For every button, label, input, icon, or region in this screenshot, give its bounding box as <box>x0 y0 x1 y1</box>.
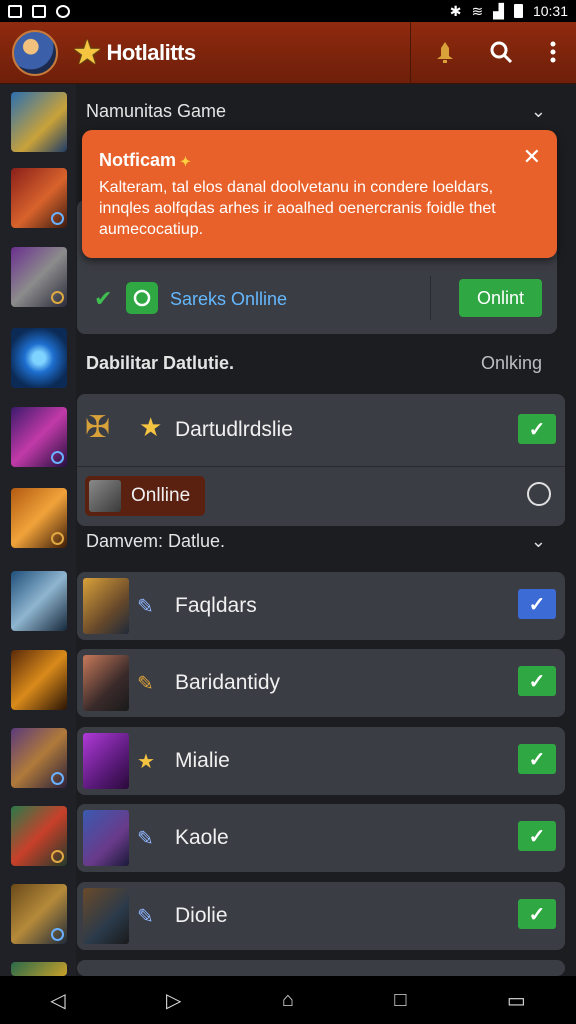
tool-icon: ✎ <box>137 596 154 618</box>
notification-popup: Notficam ✦ Kalteram, tal elos danal doolv… <box>82 130 557 258</box>
more-vert-icon[interactable] <box>537 36 569 68</box>
list-item[interactable] <box>77 960 565 976</box>
avatar <box>83 733 129 789</box>
bluetooth-icon: ✱ <box>449 2 462 19</box>
wifi-icon: ≋ <box>471 2 484 19</box>
game-thumb[interactable] <box>11 571 67 631</box>
back-icon[interactable]: ◁ <box>50 988 65 1013</box>
chat-icon <box>126 282 158 314</box>
toolbar-divider <box>410 22 411 84</box>
checkbox[interactable]: ✓ <box>518 666 556 696</box>
list-item[interactable]: ✎ Diolie ✓ <box>77 882 565 950</box>
image-icon <box>32 4 46 18</box>
app-title: Hotlalitts <box>106 39 196 65</box>
nav-bar: ◁ ▷ ⌂ □ ▭ <box>0 976 576 1024</box>
checkbox[interactable]: ✓ <box>518 589 556 619</box>
battery-icon <box>513 4 523 18</box>
item-label: Faqldars <box>175 594 257 617</box>
game-thumb[interactable] <box>11 168 67 228</box>
section-header[interactable]: Namunitas Game ⌄ <box>86 94 556 128</box>
checkbox[interactable]: ✓ <box>518 821 556 851</box>
power-icon[interactable] <box>527 482 551 506</box>
signal-icon: ▟ <box>493 2 504 19</box>
chevron-down-icon[interactable]: ⌄ <box>531 101 546 122</box>
section-header[interactable]: Damvem: Datlue. ⌄ <box>86 524 556 558</box>
game-thumb[interactable] <box>11 962 67 976</box>
spark-icon: ✦ <box>180 154 191 169</box>
notification-icon <box>8 4 22 18</box>
bell-icon[interactable] <box>429 36 461 68</box>
tool-icon: ✎ <box>137 673 154 695</box>
checkbox[interactable]: ✓ <box>518 744 556 774</box>
item-label: Dartudlrdslie <box>175 418 293 441</box>
notification-body: Kalteram, tal elos danal doolvetanu in c… <box>99 179 496 238</box>
overview-icon[interactable]: ▭ <box>507 988 526 1013</box>
section-title: Namunitas Game <box>86 100 227 121</box>
section-title: Dabilitar Datlutie. <box>86 352 235 373</box>
checkbox[interactable]: ✓ <box>518 899 556 929</box>
checkbox[interactable]: ✓ <box>518 414 556 444</box>
game-thumb[interactable] <box>11 884 67 944</box>
tool-icon: ✎ <box>137 906 154 928</box>
list-item[interactable]: ✎ Faqldars ✓ <box>77 572 565 640</box>
tools-icon: ✠ <box>85 411 111 444</box>
item-label: Mialie <box>175 749 230 772</box>
star-icon: ★ <box>139 412 163 442</box>
avatar <box>89 480 121 512</box>
game-thumb[interactable] <box>11 488 67 548</box>
game-thumb[interactable] <box>11 407 67 467</box>
status-time: 10:31 <box>532 3 568 19</box>
star-icon: ★ <box>137 751 155 773</box>
avatar <box>83 655 129 711</box>
game-sidebar <box>0 84 76 976</box>
star-icon: ★ <box>72 33 103 72</box>
avatar <box>83 810 129 866</box>
tool-icon: ✎ <box>137 828 154 850</box>
game-thumb[interactable] <box>11 247 67 307</box>
game-thumb[interactable] <box>11 650 67 710</box>
chip-label: Onlline <box>131 485 191 506</box>
divider <box>77 466 565 467</box>
section-title: Damvem: Datlue. <box>86 530 226 551</box>
recents-icon[interactable]: □ <box>394 989 406 1012</box>
app-bar: ★ Hotlalitts <box>0 22 576 84</box>
search-icon[interactable] <box>485 36 517 68</box>
status-label: Onlking <box>480 352 542 373</box>
chevron-down-icon[interactable]: ⌄ <box>531 531 546 552</box>
game-thumb[interactable] <box>11 806 67 866</box>
item-label: Diolie <box>175 904 228 927</box>
avatar <box>83 888 129 944</box>
game-thumb[interactable] <box>11 92 67 152</box>
item-panel: ✠ ★ Dartudlrdslie ✓ Onlline <box>77 394 565 526</box>
item-label: Kaole <box>175 826 229 849</box>
avatar <box>83 578 129 634</box>
profile-avatar[interactable] <box>12 29 58 76</box>
assist-icon[interactable]: ▷ <box>166 988 181 1013</box>
section-header[interactable]: Dabilitar Datlutie. Onlking <box>86 346 556 380</box>
item-label: Baridantidy <box>175 671 281 694</box>
notification-title: Notficam ✦ <box>99 150 191 170</box>
online-button[interactable]: Onlint <box>459 279 542 317</box>
online-chip[interactable]: Onlline <box>85 476 205 516</box>
list-item[interactable]: ✎ Kaole ✓ <box>77 804 565 872</box>
sync-icon <box>56 4 70 18</box>
divider <box>430 276 431 320</box>
close-icon[interactable]: ✕ <box>523 144 541 170</box>
presence-label: Sareks Onlline <box>170 289 288 309</box>
game-thumb[interactable] <box>11 328 67 388</box>
home-icon[interactable]: ⌂ <box>282 989 294 1012</box>
list-item[interactable]: ✎ Baridantidy ✓ <box>77 649 565 717</box>
check-icon: ✔ <box>94 286 113 311</box>
game-thumb[interactable] <box>11 728 67 788</box>
list-item[interactable]: ★ Mialie ✓ <box>77 727 565 795</box>
status-bar: ✱ ≋ ▟ 10:31 <box>0 0 576 22</box>
